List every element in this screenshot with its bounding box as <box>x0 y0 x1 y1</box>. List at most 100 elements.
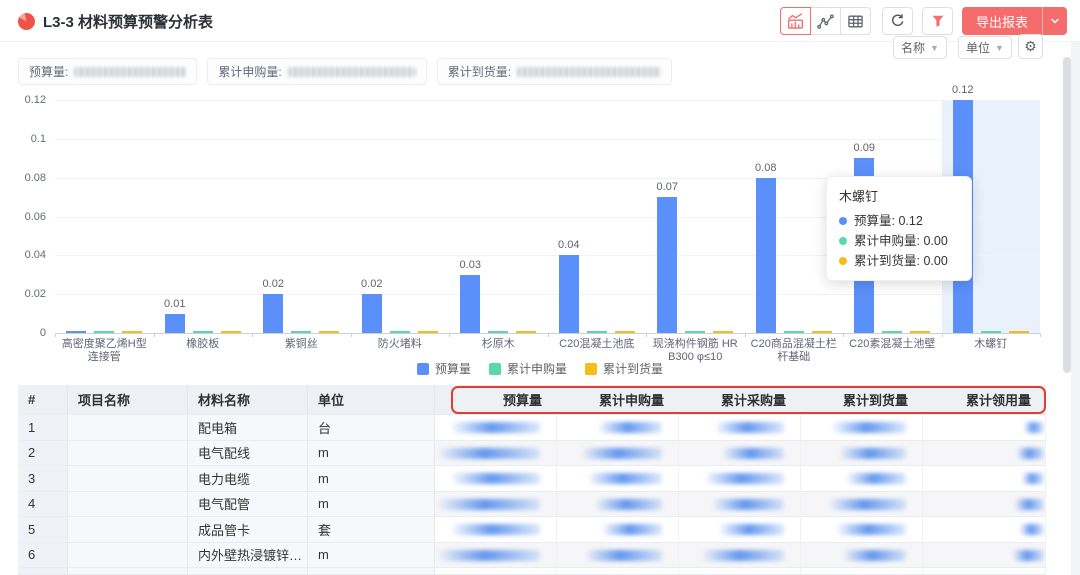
bar-累计到货量[interactable] <box>418 331 438 333</box>
axis-tick <box>942 333 943 337</box>
x-axis-category-label[interactable]: 橡胶板 <box>158 338 249 351</box>
bar-预算量[interactable] <box>460 275 480 333</box>
cell-material: 电气配线 <box>188 441 308 467</box>
bar-预算量[interactable] <box>559 255 579 333</box>
redacted-value <box>452 422 540 433</box>
cell-index: 2 <box>18 441 68 467</box>
area-chart-icon <box>787 13 804 30</box>
cell-numeric-redacted <box>679 415 801 441</box>
column-header-5[interactable]: 预算量 <box>435 385 557 415</box>
cell-numeric-redacted <box>923 441 1046 467</box>
redacted-value <box>847 473 906 484</box>
scrollbar-thumb[interactable] <box>1063 57 1071 373</box>
bar-累计到货量[interactable] <box>812 331 832 333</box>
cell-numeric-redacted <box>679 466 801 492</box>
bar-累计申购量[interactable] <box>685 331 705 333</box>
legend-item[interactable]: 累计到货量 <box>585 360 663 377</box>
y-axis-tick-label: 0.06 <box>0 211 46 223</box>
cell-numeric-redacted <box>801 492 923 518</box>
bar-value-label: 0.03 <box>450 259 490 271</box>
redacted-value <box>582 448 662 459</box>
bar-累计到货量[interactable] <box>910 331 930 333</box>
cell-unit: 台 <box>308 415 435 441</box>
redacted-value <box>706 473 784 484</box>
cell-index: 5 <box>18 517 68 543</box>
column-header-9[interactable]: 累计领用量 <box>923 385 1046 415</box>
bar-累计申购量[interactable] <box>882 331 902 333</box>
bar-累计申购量[interactable] <box>94 331 114 333</box>
x-axis-category-label[interactable]: 杉原木 <box>453 338 544 351</box>
bar-预算量[interactable] <box>165 314 185 333</box>
x-axis-category-label[interactable]: C20素混凝土池壁 <box>847 338 938 351</box>
redacted-value <box>837 524 906 535</box>
axis-tick <box>252 333 253 337</box>
column-header-3[interactable]: 材料名称 <box>188 385 308 415</box>
redacted-value <box>840 448 906 459</box>
bar-累计申购量[interactable] <box>390 331 410 333</box>
table-row[interactable]: 3电力电缆m <box>18 466 1046 492</box>
table-row[interactable]: 2 电气配线m <box>18 441 1046 467</box>
bar-value-label: 0.01 <box>155 298 195 310</box>
tooltip-row: 累计申购量: 0.00 <box>839 231 957 251</box>
bar-预算量[interactable] <box>756 178 776 333</box>
cell-numeric-redacted <box>923 466 1046 492</box>
x-axis-category-label[interactable]: 防火堵料 <box>355 338 446 351</box>
table-row[interactable]: 6内外壁热浸镀锌…m <box>18 543 1046 569</box>
bar-累计到货量[interactable] <box>516 331 536 333</box>
bar-累计到货量[interactable] <box>221 331 241 333</box>
redacted-value <box>1013 550 1044 561</box>
scrollbar-track[interactable] <box>1071 42 1080 575</box>
tooltip-row: 累计到货量: 0.00 <box>839 251 957 271</box>
redacted-value <box>603 524 662 535</box>
bar-累计申购量[interactable] <box>193 331 213 333</box>
bar-累计到货量[interactable] <box>615 331 635 333</box>
bar-累计到货量[interactable] <box>122 331 142 333</box>
view-area-chart-button[interactable] <box>780 7 811 35</box>
x-axis-category-label[interactable]: 木螺钉 <box>946 338 1037 351</box>
bar-累计到货量[interactable] <box>713 331 733 333</box>
redacted-value <box>1017 448 1044 459</box>
redacted-value <box>716 422 784 433</box>
x-axis-category-label[interactable]: C20混凝土池底 <box>552 338 643 351</box>
chart-tooltip: 木螺钉 预算量: 0.12累计申购量: 0.00累计到货量: 0.00 <box>826 176 972 281</box>
cell-numeric-redacted <box>679 492 801 518</box>
column-header-1[interactable]: # <box>18 385 68 415</box>
bar-累计到货量[interactable] <box>1009 331 1029 333</box>
cell-unit: m <box>308 441 435 467</box>
bar-累计申购量[interactable] <box>587 331 607 333</box>
bar-累计申购量[interactable] <box>291 331 311 333</box>
y-axis-tick-label: 0 <box>0 327 46 339</box>
bar-累计到货量[interactable] <box>319 331 339 333</box>
table-row[interactable]: 4电气配管m <box>18 492 1046 518</box>
column-header-8[interactable]: 累计到货量 <box>801 385 923 415</box>
cell-numeric-redacted <box>435 415 557 441</box>
bar-预算量[interactable] <box>657 197 677 333</box>
column-header-6[interactable]: 累计申购量 <box>557 385 679 415</box>
redacted-value <box>1024 422 1044 433</box>
bar-累计申购量[interactable] <box>981 331 1001 333</box>
bar-累计申购量[interactable] <box>784 331 804 333</box>
redacted-value <box>1020 524 1044 535</box>
table-row[interactable]: 5成品管卡套 <box>18 517 1046 543</box>
materials-table: #项目名称材料名称单位预算量累计申购量累计采购量累计到货量累计领用量1配电箱台2… <box>18 385 1046 575</box>
table-row-partial <box>18 568 1046 575</box>
x-axis-category-label[interactable]: 紫铜丝 <box>256 338 347 351</box>
bar-预算量[interactable] <box>66 331 86 333</box>
y-axis-tick-label: 0.08 <box>0 172 46 184</box>
bar-累计申购量[interactable] <box>488 331 508 333</box>
redacted-value <box>439 499 540 510</box>
bar-预算量[interactable] <box>362 294 382 333</box>
legend-item[interactable]: 预算量 <box>417 360 471 377</box>
bar-预算量[interactable] <box>263 294 283 333</box>
table-row[interactable]: 1配电箱台 <box>18 415 1046 441</box>
tooltip-series-dot <box>839 237 847 245</box>
tooltip-title: 木螺钉 <box>839 186 957 205</box>
column-header-7[interactable]: 累计采购量 <box>679 385 801 415</box>
column-header-4[interactable]: 单位 <box>308 385 435 415</box>
axis-tick <box>449 333 450 337</box>
redacted-value <box>713 499 784 510</box>
cell-numeric-redacted <box>435 543 557 569</box>
legend-item[interactable]: 累计申购量 <box>489 360 567 377</box>
cell-partial <box>308 568 435 575</box>
column-header-2[interactable]: 项目名称 <box>68 385 188 415</box>
